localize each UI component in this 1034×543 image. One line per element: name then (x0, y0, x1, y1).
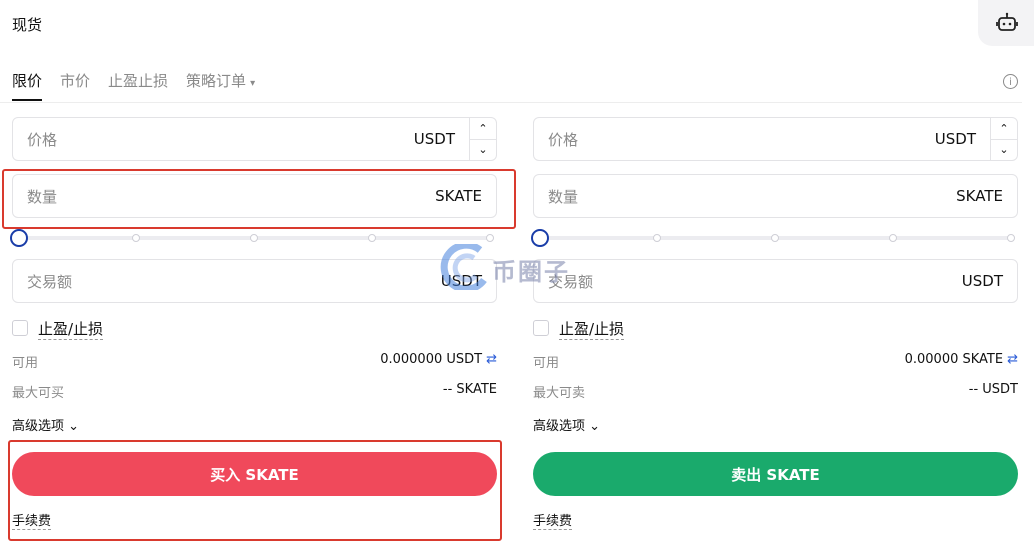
tab-strategy[interactable]: 策略订单 ▾ (186, 70, 255, 101)
sell-amount-placeholder: 数量 (548, 187, 579, 206)
sell-tpsl-checkbox[interactable] (533, 320, 549, 336)
chevron-down-icon: ⌄ (589, 419, 601, 434)
chevron-down-icon: ⌄ (68, 419, 80, 434)
robot-button[interactable] (978, 0, 1034, 46)
tab-tpsl[interactable]: 止盈止损 (108, 70, 168, 101)
sell-available-value-row: 0.00000 SKATE ⇄ (818, 352, 1018, 367)
slider-mark-50[interactable] (250, 234, 258, 242)
buy-advanced-options[interactable]: 高级选项 ⌄ (12, 415, 79, 434)
buy-max-label: 最大可买 (12, 386, 65, 401)
buy-price-unit: USDT (413, 130, 455, 148)
buy-price-input[interactable]: 价格 USDT ⌃ ⌄ (12, 117, 497, 161)
slider-mark-100[interactable] (1007, 234, 1015, 242)
sell-total-unit: USDT (961, 272, 1003, 290)
sell-button[interactable]: 卖出 SKATE (533, 452, 1018, 496)
sell-tpsl-label[interactable]: 止盈/止损 (559, 318, 625, 340)
sell-advanced-options[interactable]: 高级选项 ⌄ (533, 415, 600, 434)
sell-max-label: 最大可卖 (533, 386, 586, 401)
sell-fee-label[interactable]: 手续费 (533, 510, 573, 530)
slider-mark-75[interactable] (889, 234, 897, 242)
swap-icon[interactable]: ⇄ (1007, 352, 1018, 367)
sell-price-stepper: ⌃ ⌄ (990, 118, 1017, 160)
buy-total-input[interactable]: 交易额 USDT (12, 259, 497, 303)
page-title: 现货 (12, 16, 43, 34)
slider-mark-25[interactable] (132, 234, 140, 242)
sell-total-placeholder: 交易额 (548, 272, 594, 291)
slider-mark-75[interactable] (368, 234, 376, 242)
highlight-box-amount (2, 169, 516, 229)
watermark-logo: 币圈子 (440, 241, 590, 293)
info-icon[interactable]: i (1003, 74, 1018, 89)
sell-available-label: 可用 (533, 356, 560, 371)
watermark-icon (440, 241, 487, 293)
slider-mark-25[interactable] (653, 234, 661, 242)
slider-handle[interactable] (10, 229, 28, 247)
sell-max-value: -- USDT (968, 382, 1018, 397)
sell-amount-input[interactable]: 数量 SKATE (533, 174, 1018, 218)
chevron-up-icon[interactable]: ⌃ (470, 118, 496, 139)
chevron-down-icon[interactable]: ⌄ (991, 138, 1017, 161)
tab-limit[interactable]: 限价 (12, 70, 43, 101)
buy-price-placeholder: 价格 (27, 130, 58, 149)
swap-icon[interactable]: ⇄ (486, 352, 497, 367)
buy-available-label: 可用 (12, 356, 39, 371)
watermark-text: 币圈子 (492, 258, 570, 286)
chevron-up-icon[interactable]: ⌃ (991, 118, 1017, 139)
tab-market[interactable]: 市价 (60, 70, 90, 101)
buy-available-value-row: 0.000000 USDT ⇄ (300, 352, 497, 367)
slider-mark-50[interactable] (771, 234, 779, 242)
buy-percent-slider[interactable] (10, 229, 494, 247)
buy-tpsl-label[interactable]: 止盈/止损 (38, 318, 104, 340)
caret-down-icon: ▾ (250, 78, 256, 89)
slider-mark-100[interactable] (486, 234, 494, 242)
buy-max-value: -- SKATE (442, 382, 497, 397)
tab-divider (0, 102, 1022, 103)
chevron-down-icon[interactable]: ⌄ (470, 138, 496, 161)
sell-price-unit: USDT (934, 130, 976, 148)
buy-total-placeholder: 交易额 (27, 272, 73, 291)
sell-price-placeholder: 价格 (548, 130, 579, 149)
robot-icon (996, 12, 1018, 31)
sell-price-input[interactable]: 价格 USDT ⌃ ⌄ (533, 117, 1018, 161)
sell-percent-slider[interactable] (531, 229, 1015, 247)
buy-available-value: 0.000000 USDT (380, 352, 483, 367)
highlight-box-buy (8, 440, 502, 541)
sell-available-value: 0.00000 SKATE (904, 352, 1004, 367)
order-type-tabs: 限价 市价 止盈止损 策略订单 ▾ (12, 70, 255, 101)
buy-price-stepper: ⌃ ⌄ (469, 118, 496, 160)
sell-amount-unit: SKATE (956, 187, 1003, 205)
sell-total-input[interactable]: 交易额 USDT (533, 259, 1018, 303)
buy-tpsl-checkbox[interactable] (12, 320, 28, 336)
